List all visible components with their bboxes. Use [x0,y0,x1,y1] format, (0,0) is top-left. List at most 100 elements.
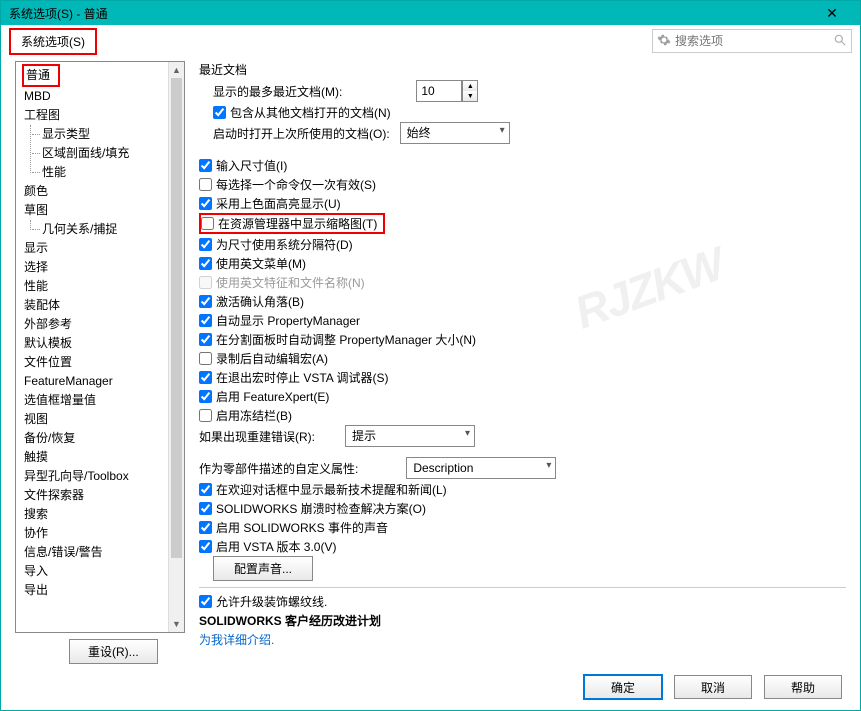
lbl-vsta3: 启用 VSTA 版本 3.0(V) [216,538,336,555]
cb-single-cmd[interactable] [199,178,212,191]
cat-color[interactable]: 颜色 [22,182,184,201]
cb-welcome-news[interactable] [199,483,212,496]
cat-backup[interactable]: 备份/恢复 [22,429,184,448]
startup-select[interactable]: 始终 [400,122,510,144]
configure-sound-button[interactable]: 配置声音... [213,556,313,581]
ok-button[interactable]: 确定 [584,675,662,699]
rebuild-select[interactable]: 提示 [345,425,475,447]
program-title: SOLIDWORKS 客户经历改进计划 [199,611,846,629]
cat-drawing-perf[interactable]: 性能 [40,163,184,182]
custom-prop-label: 作为零部件描述的自定义属性: [199,460,358,477]
cat-extref[interactable]: 外部参考 [22,315,184,334]
cb-upgrade-thread[interactable] [199,595,212,608]
topbar: 系统选项(S) [1,25,860,57]
lbl-vsta-stop: 在退出宏时停止 VSTA 调试器(S) [216,369,388,386]
cat-selection[interactable]: 选择 [22,258,184,277]
cb-confirm-corner[interactable] [199,295,212,308]
cat-touch[interactable]: 触摸 [22,448,184,467]
max-recent-label: 显示的最多最近文档(M): [213,83,342,100]
lbl-english-menu: 使用英文菜单(M) [216,255,306,272]
search-field[interactable] [652,29,852,53]
cat-search[interactable]: 搜索 [22,505,184,524]
cat-sketch-relations[interactable]: 几何关系/捕捉 [40,220,184,239]
cb-edit-macro[interactable] [199,352,212,365]
include-other-checkbox[interactable] [213,106,226,119]
lbl-english-names: 使用英文特征和文件名称(N) [216,274,365,291]
lbl-single-cmd: 每选择一个命令仅一次有效(S) [216,176,376,193]
highlight-box: 在资源管理器中显示缩略图(T) [199,213,385,234]
cat-file-location[interactable]: 文件位置 [22,353,184,372]
program-link[interactable]: 为我详细介绍. [199,631,274,648]
cat-import[interactable]: 导入 [22,562,184,581]
max-recent-spinner[interactable]: ▲▼ [462,80,478,102]
lbl-welcome-news: 在欢迎对话框中显示最新技术提醒和新闻(L) [216,481,447,498]
cat-hole-wizard[interactable]: 异型孔向导/Toolbox [22,467,184,486]
cb-sounds[interactable] [199,521,212,534]
rebuild-label: 如果出现重建错误(R): [199,428,315,445]
lbl-confirm-corner: 激活确认角落(B) [216,293,304,310]
cat-view[interactable]: 视图 [22,410,184,429]
tab-system-options[interactable]: 系统选项(S) [9,28,97,55]
cb-input-dim[interactable] [199,159,212,172]
cat-file-explorer[interactable]: 文件探索器 [22,486,184,505]
search-icon [833,33,847,50]
max-recent-input[interactable] [416,80,462,102]
cb-freeze-bar[interactable] [199,409,212,422]
cat-increment[interactable]: 选值框增量值 [22,391,184,410]
cb-vsta3[interactable] [199,540,212,553]
include-other-label: 包含从其他文档打开的文档(N) [230,104,391,121]
cat-display[interactable]: 显示 [22,239,184,258]
cb-english-names [199,276,212,289]
cat-drawing-display-type[interactable]: 显示类型 [40,125,184,144]
titlebar: 系统选项(S) - 普通 ✕ [1,1,860,25]
spin-down-icon[interactable]: ▼ [463,91,477,101]
cancel-button[interactable]: 取消 [674,675,752,699]
cat-default-template[interactable]: 默认模板 [22,334,184,353]
window-title: 系统选项(S) - 普通 [9,5,812,22]
cat-assembly[interactable]: 装配体 [22,296,184,315]
main-panel: RJZKW 最近文档 显示的最多最近文档(M): ▲▼ 包含从其他文档打开的文档… [199,61,846,664]
cat-general[interactable]: 普通 [22,64,60,87]
help-button[interactable]: 帮助 [764,675,842,699]
cat-msgs[interactable]: 信息/错误/警告 [22,543,184,562]
cb-english-menu[interactable] [199,257,212,270]
reset-button[interactable]: 重设(R)... [69,639,158,664]
cb-explorer-thumbs[interactable] [201,217,214,230]
startup-label: 启动时打开上次所使用的文档(O): [213,125,390,142]
cat-export[interactable]: 导出 [22,581,184,600]
cb-vsta-stop[interactable] [199,371,212,384]
cb-shaded-highlight[interactable] [199,197,212,210]
custom-prop-select[interactable]: Description [406,457,556,479]
search-input[interactable] [675,34,833,48]
lbl-edit-macro: 录制后自动编辑宏(A) [216,350,328,367]
cb-crash-check[interactable] [199,502,212,515]
cat-mbd[interactable]: MBD [22,87,184,106]
cat-sketch[interactable]: 草图 [22,201,184,220]
options-window: 系统选项(S) - 普通 ✕ 系统选项(S) 普通 MBD 工程图 显示类型 区… [0,0,861,711]
cb-sys-separator[interactable] [199,238,212,251]
cat-drawing-hatch[interactable]: 区域剖面线/填充 [40,144,184,163]
cb-auto-pm[interactable] [199,314,212,327]
reset-row: 重设(R)... [15,639,185,664]
lbl-explorer-thumbs: 在资源管理器中显示缩略图(T) [218,215,377,232]
lbl-input-dim: 输入尺寸值(I) [216,157,287,174]
cat-collab[interactable]: 协作 [22,524,184,543]
scroll-thumb[interactable] [171,78,182,558]
lbl-shaded-highlight: 采用上色面高亮显示(U) [216,195,341,212]
cb-pm-resize[interactable] [199,333,212,346]
cat-featuremanager[interactable]: FeatureManager [22,372,184,391]
category-sidebar: 普通 MBD 工程图 显示类型 区域剖面线/填充 性能 颜色 草图 几何关系/捕… [15,61,185,633]
close-button[interactable]: ✕ [812,2,852,25]
category-tree: 普通 MBD 工程图 显示类型 区域剖面线/填充 性能 颜色 草图 几何关系/捕… [16,62,184,602]
lbl-sounds: 启用 SOLIDWORKS 事件的声音 [216,519,388,536]
lbl-auto-pm: 自动显示 PropertyManager [216,312,360,329]
cat-performance[interactable]: 性能 [22,277,184,296]
cat-drawing[interactable]: 工程图 [22,106,184,125]
scroll-down-icon[interactable]: ▼ [169,616,184,632]
lbl-freeze-bar: 启用冻结栏(B) [216,407,292,424]
cb-featurexpert[interactable] [199,390,212,403]
scroll-up-icon[interactable]: ▲ [169,62,184,78]
sidebar-scrollbar[interactable]: ▲ ▼ [168,62,184,632]
lbl-featurexpert: 启用 FeatureXpert(E) [216,388,329,405]
spin-up-icon[interactable]: ▲ [463,81,477,91]
